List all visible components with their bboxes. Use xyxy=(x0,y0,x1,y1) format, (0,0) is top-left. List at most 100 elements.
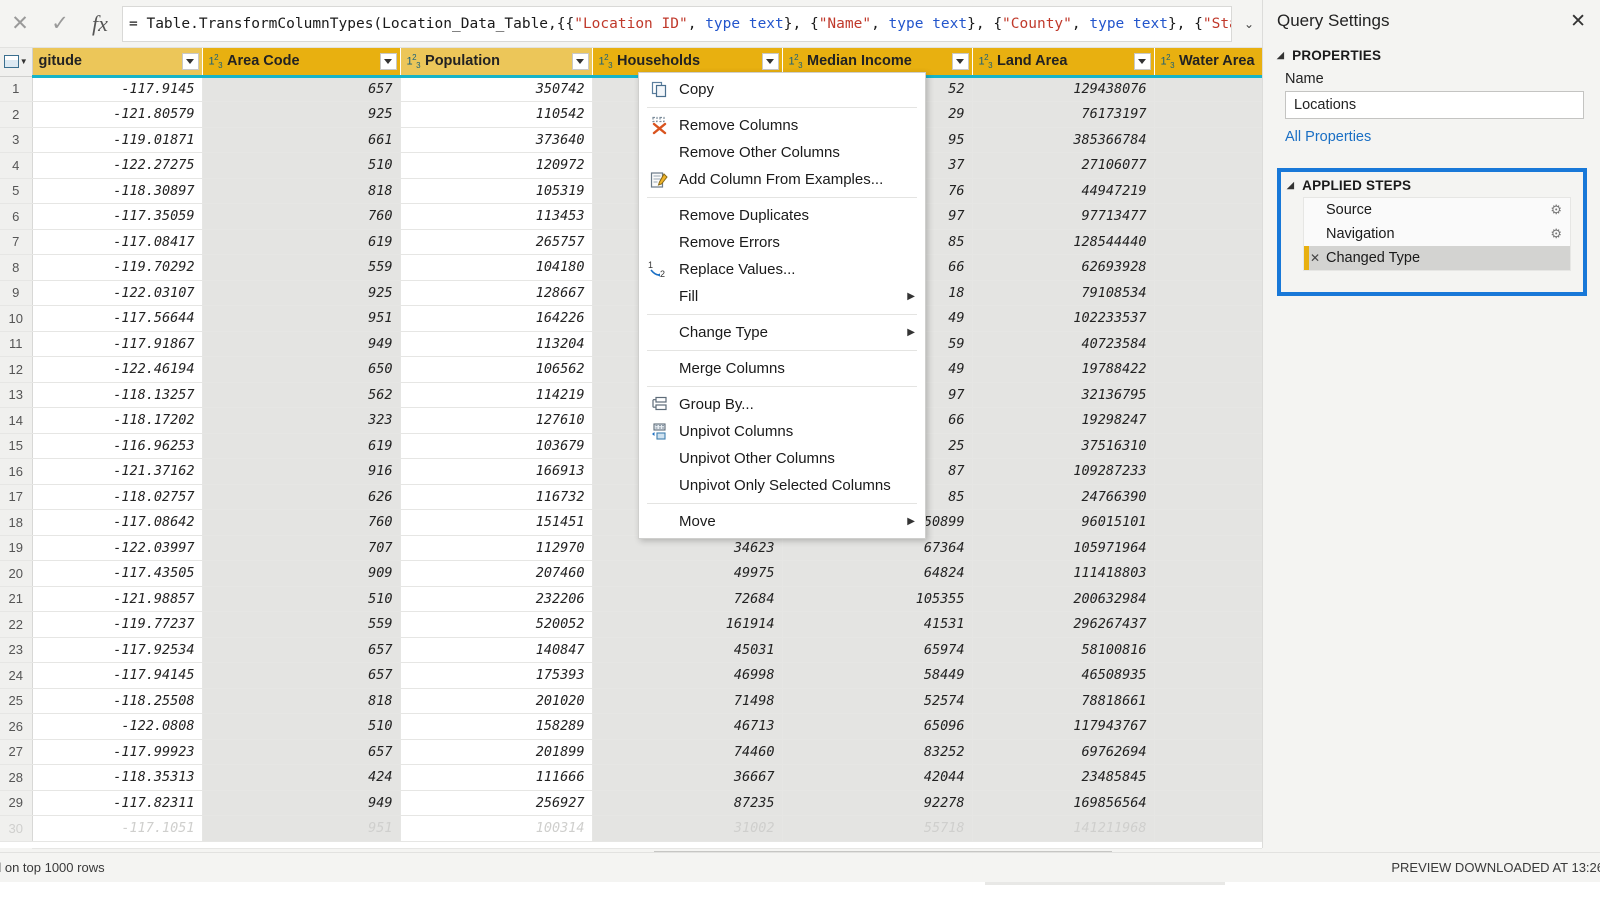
grid-corner-button[interactable]: ▼ xyxy=(0,48,33,77)
cell[interactable]: 256927 xyxy=(400,790,593,816)
cell[interactable]: 127610 xyxy=(400,407,593,434)
cell[interactable]: 323 xyxy=(202,407,401,434)
cell[interactable]: 818 xyxy=(202,178,401,204)
menu-item-remove-columns[interactable]: Remove Columns xyxy=(639,112,925,139)
table-row[interactable]: 15 -116.96253 619 103679 25 37516310 xyxy=(0,433,1262,459)
cell[interactable]: 46508935 xyxy=(972,662,1155,689)
column-header-area-code[interactable]: 123 Area Code xyxy=(202,48,401,78)
cell[interactable]: 23485845 xyxy=(972,764,1155,791)
cell[interactable]: 58449 xyxy=(782,662,973,689)
cell[interactable]: 27106077 xyxy=(972,152,1155,179)
cell[interactable]: 707 xyxy=(202,535,401,561)
cell[interactable]: 100314 xyxy=(400,815,593,842)
cell[interactable]: 201020 xyxy=(400,688,593,714)
cell[interactable] xyxy=(1154,382,1262,408)
cell[interactable]: 296267437 xyxy=(972,611,1155,638)
cell[interactable]: 201899 xyxy=(400,739,593,765)
cell[interactable]: -122.0808 xyxy=(32,713,203,740)
cell[interactable]: -118.25508 xyxy=(32,688,203,714)
cell[interactable]: 265757 xyxy=(400,229,593,255)
cell[interactable]: -122.03997 xyxy=(32,535,203,561)
menu-item-unpivot-other-columns[interactable]: Unpivot Other Columns xyxy=(639,445,925,472)
table-row[interactable]: 18-117.08642760151451450415089996015101 xyxy=(0,509,1262,536)
cell[interactable]: 657 xyxy=(202,662,401,689)
cell[interactable]: 916 xyxy=(202,458,401,485)
cell[interactable]: 37516310 xyxy=(972,433,1155,459)
cell[interactable]: 657 xyxy=(202,637,401,663)
filter-dropdown-icon[interactable] xyxy=(181,53,199,70)
cell[interactable]: -121.37162 xyxy=(32,458,203,485)
cell[interactable]: 949 xyxy=(202,790,401,816)
cell[interactable]: 36667 xyxy=(592,764,783,791)
cell[interactable]: -118.35313 xyxy=(32,764,203,791)
cell[interactable]: 79108534 xyxy=(972,280,1155,306)
column-header-gitude[interactable]: gitude xyxy=(32,48,203,78)
cell[interactable]: 385366784 xyxy=(972,127,1155,153)
cell[interactable]: 169856564 xyxy=(972,790,1155,816)
table-row[interactable]: 30 -117.1051 951 100314 31002 55718 141211968 xyxy=(0,815,1262,842)
cell[interactable]: 42044 xyxy=(782,764,973,791)
filter-dropdown-icon[interactable] xyxy=(761,53,779,70)
cell[interactable] xyxy=(1154,229,1262,255)
menu-item-group-by[interactable]: Group By... xyxy=(639,391,925,418)
menu-item-remove-duplicates[interactable]: Remove Duplicates xyxy=(639,202,925,229)
table-row[interactable]: 12 -122.46194 650 106562 49 19788422 xyxy=(0,356,1262,383)
column-header-land-area[interactable]: 123 Land Area xyxy=(972,48,1155,78)
cell[interactable] xyxy=(1154,305,1262,332)
cell[interactable]: 657 xyxy=(202,739,401,765)
cell[interactable]: 949 xyxy=(202,331,401,357)
table-row[interactable]: 17 -118.02757 626 116732 85 24766390 xyxy=(0,484,1262,510)
cell[interactable]: 760 xyxy=(202,203,401,230)
cell[interactable] xyxy=(1154,254,1262,281)
table-row[interactable]: 25 -118.25508 818 201020 71498 52574 78818661 xyxy=(0,688,1262,714)
table-row[interactable]: 8 -119.70292 559 104180 66 62693928 xyxy=(0,254,1262,281)
cell[interactable]: 44947219 xyxy=(972,178,1155,204)
cell[interactable] xyxy=(1154,127,1262,153)
cell[interactable]: 110542 xyxy=(400,101,593,128)
applied-step-source[interactable]: Source ⚙ xyxy=(1304,198,1570,222)
cell[interactable]: 626 xyxy=(202,484,401,510)
cell[interactable]: -122.27275 xyxy=(32,152,203,179)
cell[interactable]: 113453 xyxy=(400,203,593,230)
menu-item-change-type[interactable]: Change Type ▶ xyxy=(639,319,925,346)
cell[interactable] xyxy=(1154,407,1262,434)
accept-icon[interactable]: ✓ xyxy=(40,5,80,43)
cell[interactable]: 232206 xyxy=(400,586,593,612)
filter-dropdown-icon[interactable] xyxy=(379,53,397,70)
cell[interactable] xyxy=(1154,484,1262,510)
cell[interactable]: 106562 xyxy=(400,356,593,383)
table-row[interactable]: 16 -121.37162 916 166913 87 109287233 xyxy=(0,458,1262,485)
cell[interactable]: 105355 xyxy=(782,586,973,612)
cell[interactable] xyxy=(1154,203,1262,230)
cell[interactable] xyxy=(1154,535,1262,561)
cell[interactable]: 52574 xyxy=(782,688,973,714)
cell[interactable]: 104180 xyxy=(400,254,593,281)
menu-item-move[interactable]: Move ▶ xyxy=(639,508,925,535)
filter-dropdown-icon[interactable] xyxy=(951,53,969,70)
cell[interactable]: 559 xyxy=(202,611,401,638)
cell[interactable]: 40723584 xyxy=(972,331,1155,357)
cell[interactable]: 151451 xyxy=(400,509,593,536)
cell[interactable]: 87235 xyxy=(592,790,783,816)
cell[interactable]: 46713 xyxy=(592,713,783,740)
cell[interactable]: 71498 xyxy=(592,688,783,714)
table-row[interactable]: 11 -117.91867 949 113204 59 40723584 xyxy=(0,331,1262,357)
cell[interactable]: 65096 xyxy=(782,713,973,740)
cell[interactable]: -118.30897 xyxy=(32,178,203,204)
cell[interactable]: 109287233 xyxy=(972,458,1155,485)
cell[interactable]: 158289 xyxy=(400,713,593,740)
cell[interactable] xyxy=(1154,662,1262,689)
all-properties-link[interactable]: All Properties xyxy=(1263,119,1600,149)
cell[interactable]: 65974 xyxy=(782,637,973,663)
cancel-icon[interactable]: ✕ xyxy=(0,5,40,43)
cell[interactable]: -117.43505 xyxy=(32,560,203,587)
menu-item-unpivot-only-selected-columns[interactable]: Unpivot Only Selected Columns xyxy=(639,472,925,499)
cell[interactable]: 925 xyxy=(202,280,401,306)
table-row[interactable]: 7 -117.08417 619 265757 85 128544440 xyxy=(0,229,1262,255)
menu-item-merge-columns[interactable]: Merge Columns xyxy=(639,355,925,382)
cell[interactable]: -122.46194 xyxy=(32,356,203,383)
cell[interactable]: 49975 xyxy=(592,560,783,587)
cell[interactable]: 909 xyxy=(202,560,401,587)
cell[interactable]: -117.08642 xyxy=(32,509,203,536)
table-row[interactable]: 29 -117.82311 949 256927 87235 92278 169856564 xyxy=(0,790,1262,816)
